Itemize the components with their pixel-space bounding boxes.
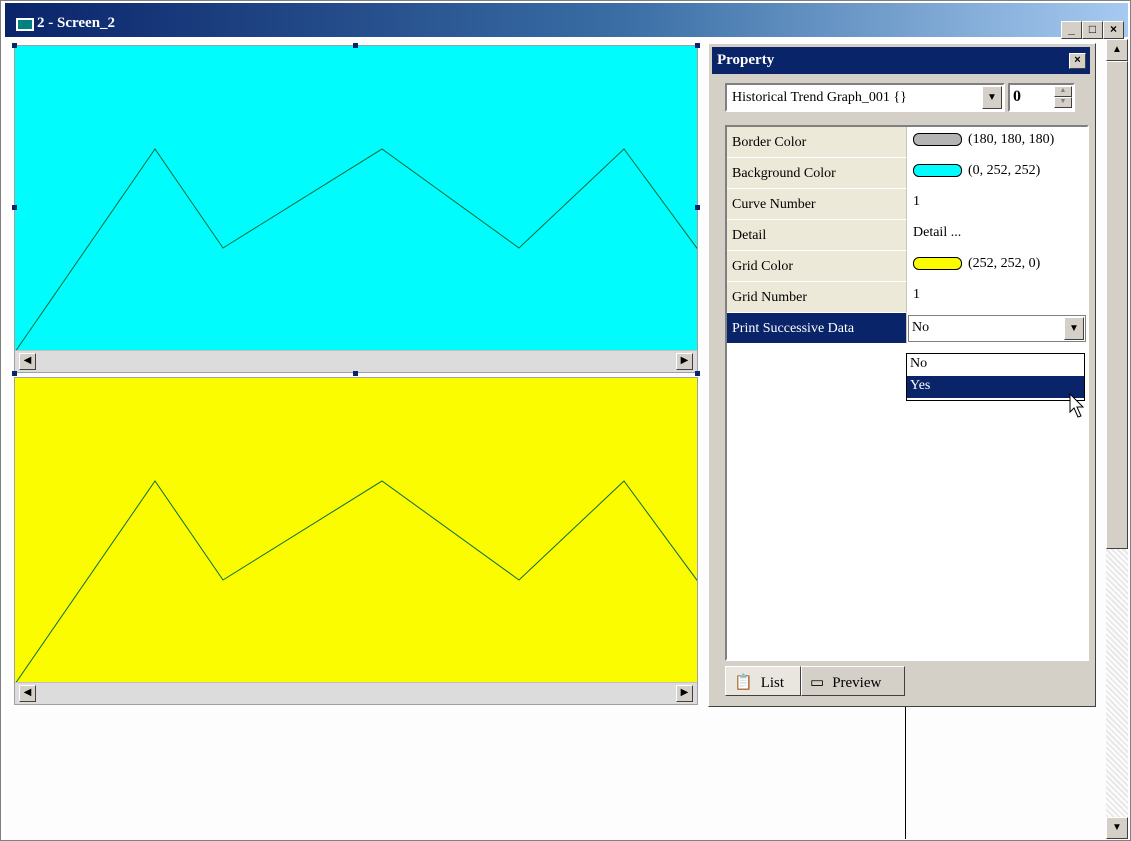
property-row-grid-number[interactable]: Grid Number 1 (727, 282, 1087, 313)
dropdown-list: No Yes (906, 353, 1085, 401)
selection-handle[interactable] (353, 43, 358, 48)
trend-graph-1[interactable]: ◀ ▶ (14, 45, 698, 373)
property-value: Detail ... (913, 225, 962, 240)
property-value: (0, 252, 252) (968, 163, 1041, 178)
trend-curve-2 (15, 480, 697, 685)
index-value: 0 (1013, 88, 1021, 105)
property-row-print-successive-data[interactable]: Print Successive Data No ▼ (727, 313, 1087, 344)
tab-list[interactable]: 📋 List (725, 666, 801, 696)
spin-up-button[interactable]: ▲ (1054, 86, 1072, 97)
property-row-border-color[interactable]: Border Color (180, 180, 180) (727, 127, 1087, 158)
clipboard-icon: 📋 (734, 675, 753, 691)
property-panel: Property × Historical Trend Graph_001 {}… (708, 43, 1096, 707)
property-value-cell[interactable]: (180, 180, 180) (908, 127, 1087, 158)
chevron-down-icon[interactable]: ▼ (982, 86, 1002, 109)
trend-curve-line (15, 148, 697, 353)
screen-icon (16, 18, 34, 31)
property-row-curve-number[interactable]: Curve Number 1 (727, 189, 1087, 220)
property-row-detail[interactable]: Detail Detail ... (727, 220, 1087, 251)
property-row-background-color[interactable]: Background Color (0, 252, 252) (727, 158, 1087, 189)
object-select[interactable]: Historical Trend Graph_001 {} ▼ (725, 83, 1005, 112)
property-value: (180, 180, 180) (968, 132, 1055, 147)
scroll-down-button[interactable]: ▼ (1106, 817, 1128, 839)
property-value-cell[interactable]: (252, 252, 0) (908, 251, 1087, 282)
property-name: Print Successive Data (727, 313, 907, 344)
selection-handle[interactable] (353, 371, 358, 376)
tab-preview[interactable]: ▭ Preview (801, 666, 905, 696)
graph-2-scrollbar[interactable]: ◀ ▶ (15, 682, 697, 704)
color-swatch (913, 257, 962, 271)
property-name: Background Color (727, 158, 907, 189)
mouse-cursor-icon (1069, 393, 1085, 418)
property-name: Detail (727, 220, 907, 251)
property-name: Border Color (727, 127, 907, 158)
property-title: Property (717, 52, 775, 68)
scroll-right-button[interactable]: ▶ (676, 685, 693, 702)
property-value: 1 (913, 194, 920, 209)
spin-down-button[interactable]: ▼ (1054, 97, 1072, 108)
property-row-grid-color[interactable]: Grid Color (252, 252, 0) (727, 251, 1087, 282)
property-value-cell[interactable]: 1 (908, 189, 1087, 220)
scroll-thumb[interactable] (1106, 61, 1128, 549)
divider-line (905, 704, 906, 839)
select-value: No (912, 320, 930, 335)
property-value-cell[interactable]: Detail ... (908, 220, 1087, 251)
tab-preview-label: Preview (832, 675, 882, 691)
dropdown-option-yes[interactable]: Yes (907, 376, 1084, 398)
property-name: Grid Number (727, 282, 907, 313)
tab-list-label: List (760, 675, 785, 691)
scroll-right-button[interactable]: ▶ (676, 353, 693, 370)
scroll-left-button[interactable]: ◀ (19, 685, 36, 702)
scroll-left-button[interactable]: ◀ (19, 353, 36, 370)
dropdown-option-no[interactable]: No (907, 354, 1084, 376)
selection-handle[interactable] (695, 43, 700, 48)
selection-handle[interactable] (12, 205, 17, 210)
selection-handle[interactable] (695, 205, 700, 210)
trend-curve-1 (15, 148, 697, 353)
property-name: Curve Number (727, 189, 907, 220)
property-name: Grid Color (727, 251, 907, 282)
title-bar[interactable]: 2 - Screen_2 _ □ × (5, 3, 1128, 39)
property-value: (252, 252, 0) (968, 256, 1041, 271)
property-value-cell[interactable]: 1 (908, 282, 1087, 313)
index-spinner[interactable]: 0 ▲ ▼ (1008, 83, 1075, 112)
color-swatch (913, 164, 962, 178)
graph-1-scrollbar[interactable]: ◀ ▶ (15, 350, 697, 372)
trend-graph-2[interactable]: ◀ ▶ (14, 377, 698, 705)
close-button[interactable]: × (1103, 21, 1124, 39)
property-value: 1 (913, 287, 920, 302)
color-swatch (913, 133, 962, 147)
property-close-button[interactable]: × (1069, 53, 1086, 69)
property-value-cell[interactable]: (0, 252, 252) (908, 158, 1087, 189)
chevron-down-icon[interactable]: ▼ (1064, 317, 1084, 340)
window-title: 2 - Screen_2 (37, 15, 116, 31)
screen-window: 2 - Screen_2 _ □ × ◀ ▶ ◀ ▶ ▲ ▼ Property … (0, 0, 1131, 841)
vertical-scrollbar[interactable]: ▲ ▼ (1106, 39, 1128, 839)
print-successive-data-select[interactable]: No ▼ (908, 315, 1086, 342)
trend-curve-line (15, 480, 697, 685)
object-select-value: Historical Trend Graph_001 {} (732, 90, 907, 105)
selection-handle[interactable] (695, 371, 700, 376)
selection-handle[interactable] (12, 43, 17, 48)
minimize-button[interactable]: _ (1061, 21, 1082, 39)
maximize-button[interactable]: □ (1082, 21, 1103, 39)
preview-icon: ▭ (810, 675, 825, 691)
scroll-up-button[interactable]: ▲ (1106, 39, 1128, 61)
property-title-bar[interactable]: Property × (712, 47, 1090, 74)
selection-handle[interactable] (12, 371, 17, 376)
